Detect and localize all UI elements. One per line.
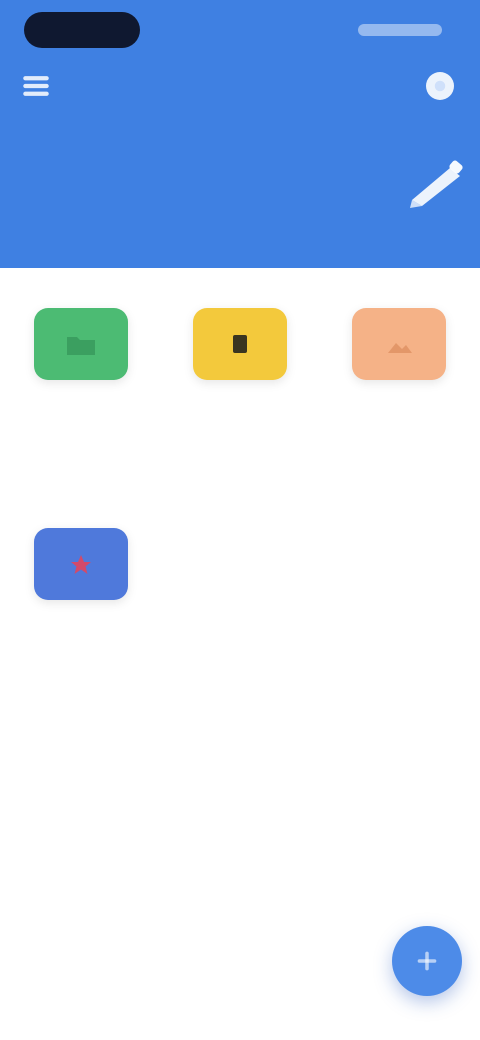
app-header xyxy=(0,0,480,268)
menu-button[interactable] xyxy=(16,66,56,106)
category-icon-box xyxy=(193,308,287,380)
folder-icon xyxy=(67,337,95,355)
edit-pen-icon xyxy=(410,160,463,208)
add-fab-button[interactable] xyxy=(392,926,462,996)
settings-button[interactable] xyxy=(416,62,464,110)
category-icon-box xyxy=(34,308,128,380)
category-icon-box xyxy=(34,528,128,600)
category-tile-3[interactable] xyxy=(334,268,464,458)
settings-icon xyxy=(426,72,454,100)
image-icon xyxy=(388,343,412,353)
status-bar-time-pill xyxy=(24,12,140,48)
category-tile-1[interactable] xyxy=(16,268,146,458)
edit-button[interactable] xyxy=(404,152,470,212)
category-tile-4[interactable] xyxy=(16,488,146,678)
category-icon-box xyxy=(352,308,446,380)
app-screen xyxy=(0,0,480,1040)
menu-icon xyxy=(23,76,49,96)
status-bar-indicators xyxy=(358,24,442,36)
star-icon xyxy=(71,555,91,574)
category-tile-2[interactable] xyxy=(175,268,305,458)
add-icon xyxy=(417,951,437,971)
document-icon xyxy=(233,335,247,353)
